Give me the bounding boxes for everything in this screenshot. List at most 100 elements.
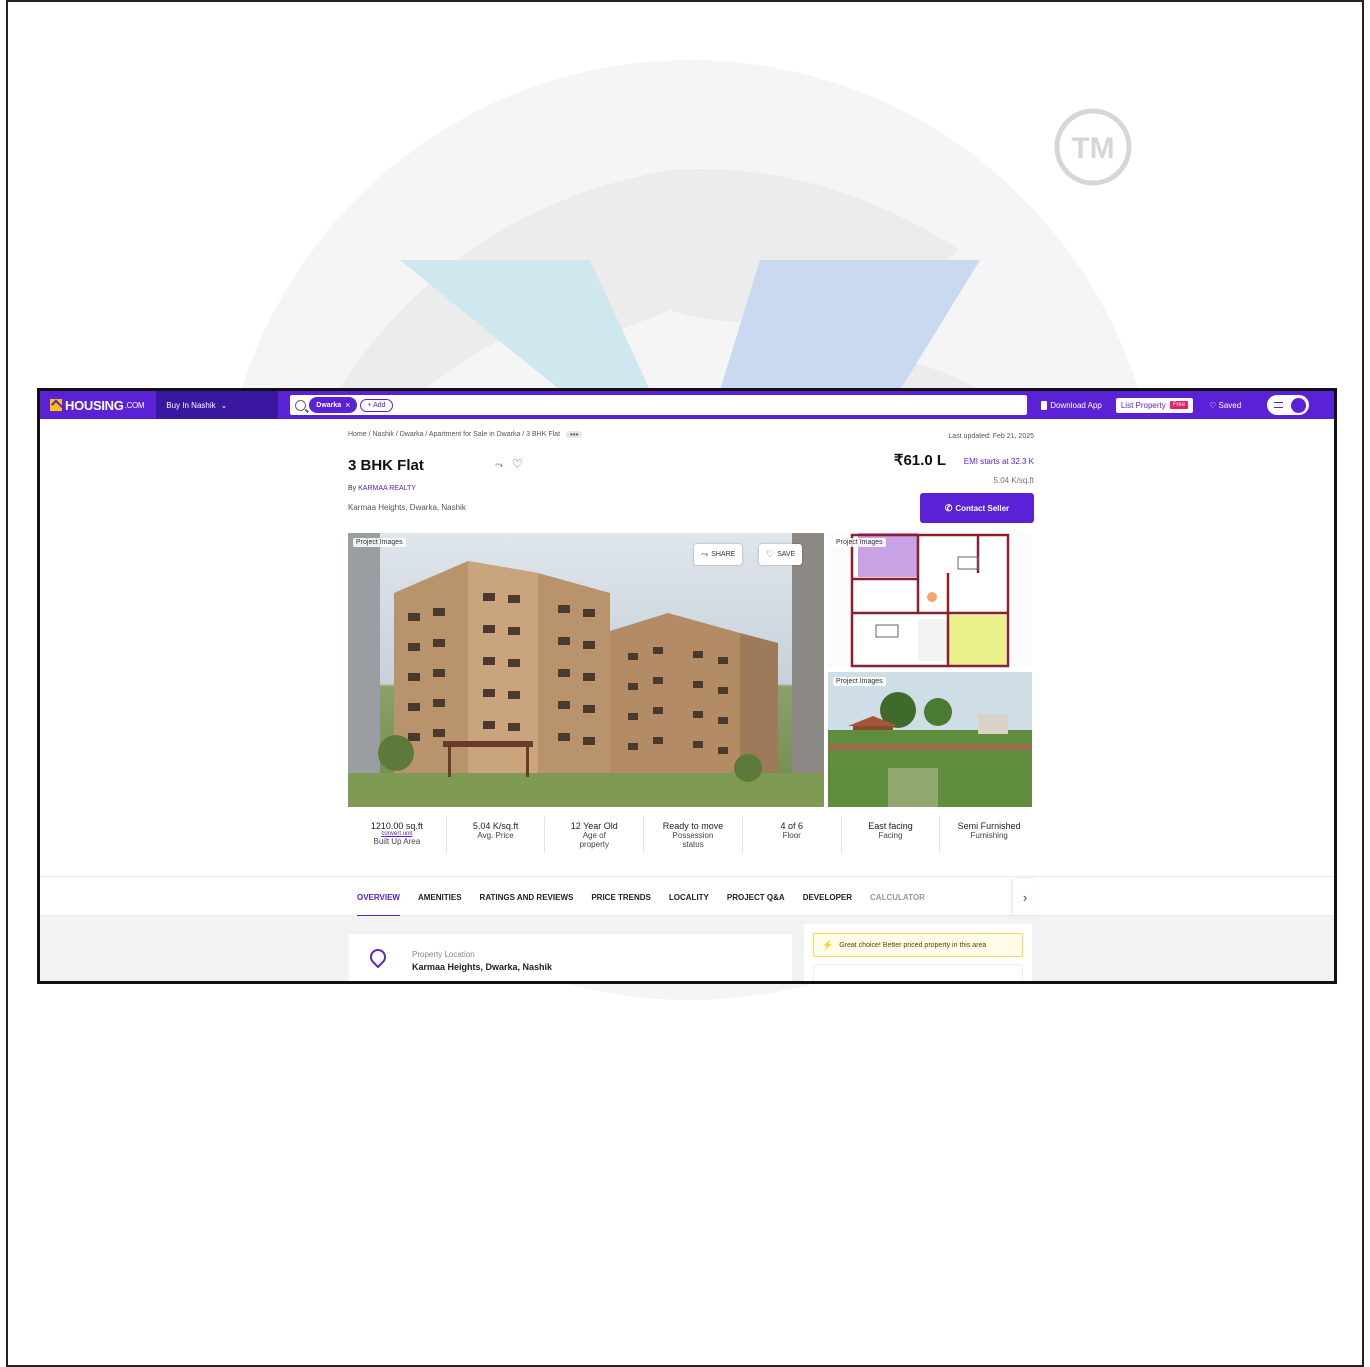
property-location-card: Property Location Karmaa Heights, Dwarka…: [349, 934, 792, 981]
tab-developer[interactable]: DEVELOPER: [803, 877, 852, 917]
share-icon: ⤳: [701, 549, 709, 559]
svg-text:TM: TM: [1071, 132, 1114, 165]
share-label: SHARE: [711, 551, 736, 558]
spec-age: 12 Year Old Age of property: [545, 817, 645, 853]
search-chip-label: Dwarka: [316, 401, 342, 409]
contact-seller-button[interactable]: ✆ Contact Seller: [920, 493, 1034, 523]
spec-furnishing: Semi Furnished Furnishing: [940, 817, 1038, 853]
building-photo: [348, 533, 824, 807]
tab-list: OVERVIEW AMENITIES RATINGS AND REVIEWS P…: [357, 877, 943, 917]
logo-text: HOUSING: [65, 397, 124, 413]
chevron-right-icon[interactable]: ›: [1013, 879, 1037, 915]
spec-avg-price: 5.04 K/sq.ft Avg. Price: [447, 817, 546, 853]
save-label: SAVE: [777, 551, 796, 558]
add-location-button[interactable]: + Add: [360, 398, 393, 412]
spec-label: Floor: [782, 831, 801, 840]
phone-icon: ✆: [944, 502, 953, 513]
lightning-icon: ⚡: [822, 939, 834, 950]
main-image-tag: Project Images: [353, 538, 406, 547]
heart-outline-icon: ♡: [1209, 400, 1217, 410]
location-pin-icon: [366, 945, 390, 969]
buy-in-dropdown[interactable]: Buy In Nashik ⌄: [156, 391, 279, 419]
spec-label: Avg. Price: [477, 831, 514, 840]
great-choice-text: Great choice! Better priced property in …: [839, 941, 987, 949]
list-property-button[interactable]: List Property Free: [1115, 397, 1194, 413]
spec-value: 1210.00 sq.ft: [370, 821, 423, 831]
tab-calculator[interactable]: CALCULATOR: [870, 877, 925, 917]
hamburger-icon: [1274, 402, 1284, 408]
last-updated: Last updated: Feb 21, 2025: [948, 433, 1034, 440]
share-button[interactable]: ⤳ SHARE: [694, 544, 743, 565]
location-value: Karmaa Heights, Dwarka, Nashik: [412, 962, 553, 972]
breadcrumb-text[interactable]: Home / Nashik / Dwarka / Apartment for S…: [348, 431, 560, 438]
breadcrumb[interactable]: Home / Nashik / Dwarka / Apartment for S…: [348, 431, 583, 439]
spec-built-up-area: 1210.00 sq.ft convert unit Built Up Area: [348, 817, 447, 853]
spec-value: 12 Year Old: [570, 821, 618, 831]
spec-floor: 4 of 6 Floor: [743, 817, 842, 853]
spec-value: Ready to move: [662, 821, 724, 831]
spec-label: Possession status: [672, 831, 714, 849]
tab-price-trends[interactable]: PRICE TRENDS: [591, 877, 651, 917]
property-specs: 1210.00 sq.ft convert unit Built Up Area…: [348, 817, 1038, 853]
location-label: Property Location: [412, 950, 475, 959]
floor-plan-tag: Project Images: [833, 538, 886, 547]
spec-possession: Ready to move Possession status: [644, 817, 743, 853]
tab-locality[interactable]: LOCALITY: [669, 877, 709, 917]
screenshot-window: HOUSING .COM Buy In Nashik ⌄ Dwarka × + …: [37, 388, 1337, 984]
tab-project-qa[interactable]: PROJECT Q&A: [727, 877, 785, 917]
floor-plan-drawing: [850, 533, 1010, 668]
spec-label: Furnishing: [970, 831, 1008, 840]
logo-suffix: .COM: [124, 400, 145, 410]
emi-link[interactable]: EMI starts at 32.3 K: [964, 457, 1034, 466]
by-prefix: By: [348, 485, 357, 492]
house-logo-icon: [50, 399, 62, 411]
saved-link[interactable]: ♡ Saved: [1209, 401, 1241, 410]
tab-amenities[interactable]: AMENITIES: [418, 877, 462, 917]
section-tabs: OVERVIEW AMENITIES RATINGS AND REVIEWS P…: [40, 876, 1334, 917]
spec-label: Facing: [878, 831, 903, 840]
spec-label: Age of property: [579, 831, 609, 849]
seller-side-card: ⚡ Great choice! Better priced property i…: [804, 924, 1032, 981]
avatar: [1291, 397, 1307, 413]
main-project-image[interactable]: Project Images ⤳ SHARE ♡ SAVE: [348, 533, 824, 807]
phone-icon: [1041, 400, 1048, 410]
overview-section: Property Location Karmaa Heights, Dwarka…: [40, 916, 1334, 981]
list-property-label: List Property: [1120, 400, 1166, 410]
top-nav: HOUSING .COM Buy In Nashik ⌄ Dwarka × + …: [40, 391, 1334, 419]
close-icon[interactable]: ×: [345, 400, 350, 410]
spec-facing: East facing Facing: [842, 817, 941, 853]
save-button[interactable]: ♡ SAVE: [759, 544, 803, 565]
nav-actions: Download App List Property Free ♡ Saved: [1041, 395, 1310, 415]
contact-card: [813, 964, 1023, 981]
tab-overview[interactable]: OVERVIEW: [357, 877, 400, 917]
search-icon: [295, 399, 307, 411]
search-chip[interactable]: Dwarka ×: [309, 397, 358, 413]
floor-plan-image[interactable]: Project Images: [828, 533, 1032, 668]
great-choice-banner: ⚡ Great choice! Better priced property i…: [813, 933, 1023, 957]
account-menu[interactable]: [1267, 395, 1310, 415]
spec-value: East facing: [868, 821, 913, 831]
more-icon[interactable]: •••: [566, 431, 583, 439]
spec-value: 5.04 K/sq.ft: [472, 821, 519, 831]
download-app-label: Download App: [1050, 400, 1102, 410]
garden-image-tag: Project Images: [833, 677, 886, 686]
spec-label: Built Up Area: [373, 837, 421, 846]
download-app-link[interactable]: Download App: [1041, 400, 1102, 410]
search-bar[interactable]: Dwarka × + Add: [290, 395, 1028, 415]
share-icon[interactable]: ⤳: [495, 460, 503, 471]
saved-label: Saved: [1218, 400, 1242, 410]
developer-link[interactable]: KARMAA REALTY: [358, 485, 416, 492]
contact-seller-label: Contact Seller: [955, 503, 1010, 513]
heart-icon[interactable]: ♡: [512, 457, 523, 471]
tab-ratings-and-reviews[interactable]: RATINGS AND REVIEWS: [480, 877, 574, 917]
spec-value: 4 of 6: [780, 821, 803, 831]
garden-photo: [828, 672, 1032, 807]
chevron-down-icon: ⌄: [220, 400, 228, 410]
housing-logo[interactable]: HOUSING .COM: [50, 397, 145, 413]
developer-line: By KARMAA REALTY: [348, 485, 416, 492]
buy-in-label: Buy In Nashik: [166, 400, 216, 410]
garden-image[interactable]: Project Images: [828, 672, 1032, 807]
price: ₹61.0 L: [893, 452, 946, 469]
free-badge: Free: [1169, 401, 1189, 409]
price-per-sqft: 5.04 K/sq.ft: [993, 476, 1034, 485]
